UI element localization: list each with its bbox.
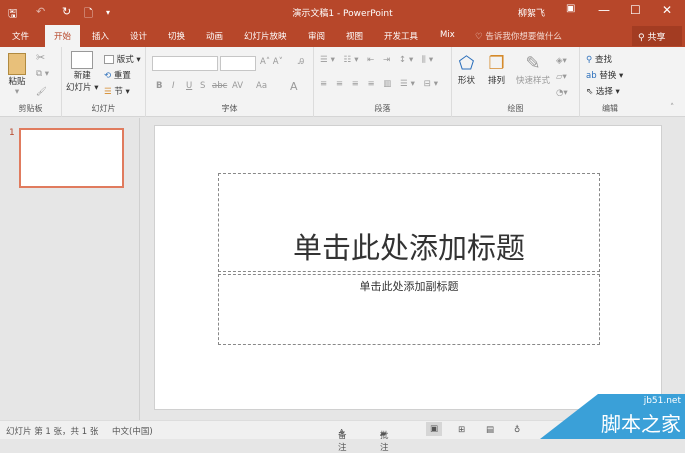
tab-design[interactable]: 设计 [130, 30, 147, 42]
section-button[interactable]: ☰ 节 ▾ [104, 85, 130, 97]
collapse-ribbon-icon[interactable]: ˄ [670, 103, 674, 113]
italic-button[interactable]: I [172, 81, 175, 91]
maximize-icon[interactable]: ☐ [630, 3, 641, 17]
strikethrough-button[interactable]: abc [212, 81, 227, 91]
align-buttons[interactable]: ≡ ≡ ≡ ≡ ▥ ☰▾ ⊟▾ [320, 79, 441, 89]
tab-file[interactable]: 文件 [12, 30, 29, 42]
tab-view[interactable]: 视图 [346, 30, 363, 42]
ribbon-display-icon[interactable]: ▣ [566, 3, 575, 14]
shape-format-icons[interactable]: ◈▾ ▱▾ ◔▾ [556, 53, 568, 101]
paste-button[interactable]: 粘贴 ▾ [8, 53, 26, 97]
new-slide-icon [71, 51, 94, 69]
group-label: 绘图 [507, 104, 524, 113]
title-placeholder[interactable]: 单击此处添加标题 [218, 173, 600, 272]
tab-animations[interactable]: 动画 [206, 30, 223, 42]
group-label: 剪贴板 [18, 104, 43, 113]
new-slide-button[interactable]: 新建 幻灯片 ▾ [66, 51, 98, 93]
font-name-combo[interactable] [152, 56, 218, 71]
format-painter-icon[interactable]: 🖌 [36, 87, 47, 97]
replace-button[interactable]: ab 替换 ▾ [586, 69, 623, 81]
char-spacing-button[interactable]: AV [232, 81, 243, 91]
slide-info: 幻灯片 第 1 张，共 1 张 [6, 427, 99, 437]
close-icon[interactable]: ✕ [662, 3, 672, 17]
reset-icon: ⟲ [104, 71, 112, 81]
replace-icon: ab [586, 71, 597, 81]
tab-developer[interactable]: 开发工具 [384, 30, 418, 42]
tab-insert[interactable]: 插入 [92, 30, 109, 42]
subtitle-placeholder[interactable]: 单击此处添加副标题 [218, 274, 600, 345]
arrange-button[interactable]: ❐ 排列 [488, 53, 505, 86]
group-label: 段落 [374, 104, 391, 113]
lightbulb-icon: ♡ [475, 32, 486, 42]
copy-icon[interactable]: ⧉ ▾ [36, 69, 49, 79]
cut-icon[interactable]: ✂ [36, 51, 45, 64]
watermark-name: 脚本之家 [601, 412, 681, 436]
group-clipboard: 粘贴 ▾ ✂ ⧉ ▾ 🖌 剪贴板 [0, 47, 62, 117]
title-bar: 🖫 ↶ ↻ 🗋 ▾ 演示文稿1 - PowerPoint 柳絮飞 ▣ — ☐ ✕ [0, 0, 685, 25]
find-button[interactable]: ⚲ 查找 [586, 53, 612, 65]
slide-sorter-icon[interactable]: ⊞ [458, 425, 465, 435]
clear-format-icon[interactable]: Ꭿ [298, 57, 304, 67]
tab-mix[interactable]: Mix [440, 30, 455, 40]
list-buttons[interactable]: ☰▾ ☷▾ ⇤ ⇥ ↕▾ ⫼▾ [320, 55, 436, 65]
tab-slideshow[interactable]: 幻灯片放映 [244, 30, 287, 42]
group-label: 编辑 [602, 104, 618, 113]
quick-styles-icon: ✎ [525, 53, 541, 74]
slide-canvas: 单击此处添加标题 单击此处添加副标题 [154, 125, 662, 410]
group-editing: ⚲ 查找 ab 替换 ▾ ⇖ 选择 ▾ 编辑 [580, 47, 640, 117]
group-label: 幻灯片 [91, 104, 116, 113]
group-drawing: ⬠ 形状 ❐ 排列 ✎ 快速样式 ◈▾ ▱▾ ◔▾ 绘图 [452, 47, 580, 117]
slide-thumbnail[interactable] [19, 128, 124, 188]
watermark-site: jb51.net [643, 396, 681, 406]
search-icon: ⚲ [586, 55, 593, 65]
ribbon: 粘贴 ▾ ✂ ⧉ ▾ 🖌 剪贴板 新建 幻灯片 ▾ 版式 ▾ ⟲ 重置 ☰ 节 ▾… [0, 47, 685, 117]
share-button[interactable]: ⚲ 共享 [632, 26, 682, 46]
reset-button[interactable]: ⟲ 重置 [104, 69, 131, 81]
slide-number: 1 [9, 128, 15, 138]
tab-review[interactable]: 审阅 [308, 30, 325, 42]
tell-me-search[interactable]: ♡ 告诉我你想要做什么 [475, 30, 562, 42]
slide-thumbnail-pane: 1 [0, 118, 140, 420]
layout-button[interactable]: 版式 ▾ [104, 53, 141, 65]
user-name[interactable]: 柳絮飞 [518, 6, 545, 19]
window-title: 演示文稿1 - PowerPoint [292, 9, 393, 19]
clipboard-icon [8, 53, 26, 75]
bold-button[interactable]: B [156, 81, 162, 91]
tab-transitions[interactable]: 切换 [168, 30, 185, 42]
section-icon: ☰ [104, 87, 112, 97]
reading-view-icon[interactable]: ▤ [486, 425, 494, 435]
ribbon-tabs: 文件 开始 插入 设计 切换 动画 幻灯片放映 审阅 视图 开发工具 Mix ♡… [0, 25, 685, 47]
increase-font-icon[interactable]: A˄ A˅ [260, 57, 283, 67]
language[interactable]: 中文(中国) [112, 425, 153, 437]
shapes-icon: ⬠ [458, 53, 475, 74]
shadow-button[interactable]: S [200, 81, 205, 91]
group-font: A˄ A˅ Ꭿ B I U S abc AV Aa A 字体 [146, 47, 314, 117]
arrange-icon: ❐ [488, 53, 505, 74]
select-button[interactable]: ⇖ 选择 ▾ [586, 85, 620, 97]
group-label: 字体 [221, 104, 238, 113]
group-slides: 新建 幻灯片 ▾ 版式 ▾ ⟲ 重置 ☰ 节 ▾ 幻灯片 [62, 47, 146, 117]
tab-home[interactable]: 开始 [45, 25, 81, 47]
change-case-button[interactable]: Aa [256, 81, 267, 91]
font-size-combo[interactable] [220, 56, 256, 71]
normal-view-icon[interactable]: ▣ [426, 422, 443, 436]
quick-styles-button[interactable]: ✎ 快速样式 [516, 53, 550, 86]
font-color-button[interactable]: A [290, 80, 298, 93]
group-paragraph: ☰▾ ☷▾ ⇤ ⇥ ↕▾ ⫼▾ ≡ ≡ ≡ ≡ ▥ ☰▾ ⊟▾ 段落 [314, 47, 452, 117]
shapes-button[interactable]: ⬠ 形状 [458, 53, 475, 86]
layout-icon [104, 55, 114, 64]
underline-button[interactable]: U [186, 81, 192, 91]
cursor-icon: ⇖ [586, 87, 594, 97]
minimize-icon[interactable]: — [598, 3, 610, 17]
slideshow-icon[interactable]: ♁ [514, 425, 520, 435]
